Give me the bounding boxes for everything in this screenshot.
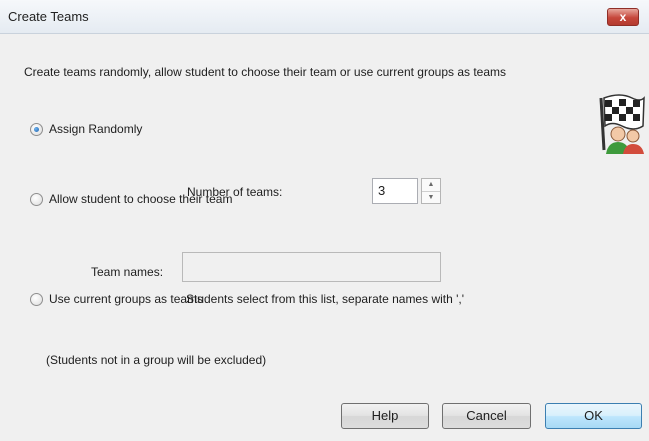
dialog-description: Create teams randomly, allow student to … [24, 65, 507, 79]
assign-randomly-radio[interactable] [30, 122, 43, 136]
spin-up-icon[interactable]: ▲ [422, 179, 440, 192]
number-of-teams-spinner[interactable]: ▲ ▼ [421, 178, 441, 204]
window-title: Create Teams [8, 9, 89, 24]
create-teams-dialog: Create Teams x Create teams randomly, al… [0, 0, 649, 441]
number-of-teams-input[interactable]: 3 [372, 178, 418, 204]
choose-team-option[interactable]: Allow student to choose their team [30, 192, 232, 206]
assign-randomly-label: Assign Randomly [49, 122, 143, 136]
ok-button[interactable]: OK [545, 403, 642, 429]
choose-team-radio[interactable] [30, 192, 43, 206]
checkered-flag-students-icon [599, 94, 645, 154]
close-icon: x [619, 10, 627, 24]
team-names-hint: Students select from this list, separate… [186, 292, 465, 306]
help-button[interactable]: Help [341, 403, 429, 429]
team-names-input[interactable] [182, 252, 441, 282]
close-button[interactable]: x [607, 8, 639, 26]
current-groups-radio[interactable] [30, 292, 43, 306]
current-groups-option[interactable]: Use current groups as teams [30, 292, 203, 306]
groups-excluded-note: (Students not in a group will be exclude… [46, 353, 267, 367]
dialog-body: Create teams randomly, allow student to … [0, 34, 649, 441]
team-names-label: Team names: [91, 265, 164, 279]
cancel-button[interactable]: Cancel [442, 403, 531, 429]
assign-randomly-option[interactable]: Assign Randomly [30, 122, 142, 136]
spin-down-icon[interactable]: ▼ [422, 192, 440, 204]
current-groups-label: Use current groups as teams [49, 292, 204, 306]
choose-team-label: Allow student to choose their team [49, 192, 233, 206]
title-bar: Create Teams x [0, 0, 649, 34]
